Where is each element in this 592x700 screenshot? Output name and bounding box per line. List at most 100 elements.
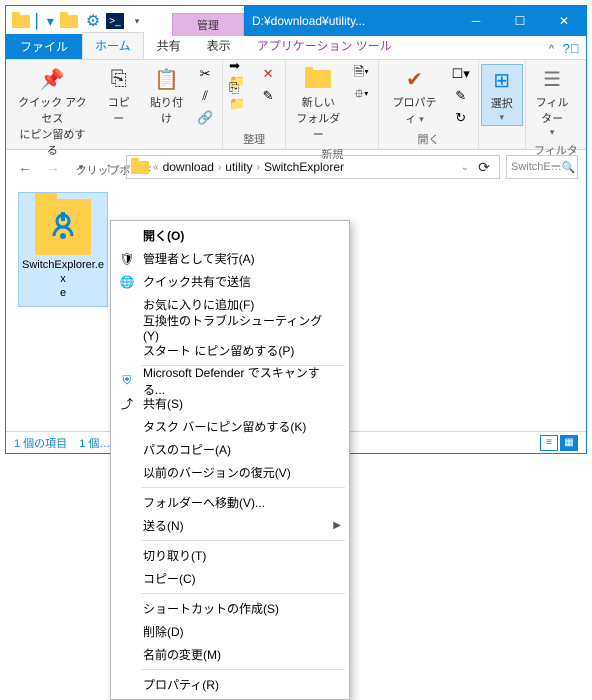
group-open: ✔ プロパティ ▾ ☐▾ ✎ ↻ 開く — [379, 60, 478, 149]
ribbon-tabs: ファイル ホーム 共有 表示 アプリケーション ツール ^ ?⃝ — [6, 36, 586, 60]
search-icon: 🔍 — [562, 161, 576, 174]
qat-overflow-icon[interactable]: ▏▾ — [34, 10, 56, 32]
close-button[interactable]: ✕ — [542, 6, 586, 36]
pin-quick-access-button[interactable]: 📌 クイック アクセス にピン留めする — [12, 64, 93, 160]
edit-small-icon[interactable]: ✎ — [450, 86, 472, 106]
paste-shortcut-small-icon[interactable]: 🔗 — [194, 108, 216, 128]
copy-button[interactable]: ⎘ コピー — [99, 64, 139, 128]
rename-icon[interactable]: ✎ — [257, 86, 279, 106]
chevron-icon[interactable]: « — [153, 162, 159, 173]
group-select: ⊞ 選択▾ — [479, 60, 526, 149]
maximize-button[interactable]: ☐ — [498, 6, 542, 36]
menu-separator — [141, 487, 345, 488]
menu-create-shortcut[interactable]: ショートカットの作成(S) — [113, 597, 347, 620]
copyto-icon[interactable]: ⎘📁 — [229, 86, 251, 106]
menu-pin-start[interactable]: スタート にピン留めする(P) — [113, 339, 347, 362]
check-icon: ✔ — [399, 66, 431, 92]
menu-separator — [141, 669, 345, 670]
address-dropdown-icon[interactable]: ⌄ — [461, 162, 469, 173]
shield-icon: 🛡 — [119, 252, 135, 266]
globe-icon: 🌐 — [119, 275, 135, 289]
select-button[interactable]: ⊞ 選択▾ — [481, 64, 523, 126]
easy-access-icon[interactable]: ⯐▾ — [350, 86, 372, 106]
tab-view[interactable]: 表示 — [194, 32, 244, 59]
back-button[interactable]: ← — [14, 156, 36, 178]
tab-share[interactable]: 共有 — [144, 32, 194, 59]
menu-run-as-admin[interactable]: 🛡管理者として実行(A) — [113, 247, 347, 270]
up-button[interactable]: ↑ — [98, 156, 120, 178]
crumb-utility[interactable]: utility — [225, 160, 252, 174]
folder-plus-icon — [302, 66, 334, 92]
crumb-switchexplorer[interactable]: SwitchExplorer — [264, 160, 344, 174]
chevron-icon[interactable]: › — [218, 162, 221, 173]
recent-dropdown[interactable]: ▾ — [70, 156, 92, 178]
qat-dropdown-icon[interactable]: ▾ — [126, 10, 148, 32]
status-item-count: 1 個の項目 — [14, 435, 67, 451]
menu-copy-path[interactable]: パスのコピー(A) — [113, 438, 347, 461]
window-controls: ─ ☐ ✕ — [454, 6, 586, 36]
refresh-button[interactable]: ⟳ — [473, 156, 495, 178]
menu-move-to-folder[interactable]: フォルダーへ移動(V)... — [113, 491, 347, 514]
filter-icon: ☰ — [536, 66, 568, 92]
menu-compat-troubleshoot[interactable]: 互換性のトラブルシューティング(Y) — [113, 316, 347, 339]
tab-application-tools[interactable]: アプリケーション ツール — [244, 32, 405, 59]
menu-pin-taskbar[interactable]: タスク バーにピン留めする(K) — [113, 415, 347, 438]
new-folder-button[interactable]: 新しい フォルダー — [292, 64, 344, 144]
cut-small-icon[interactable]: ✂ — [194, 64, 216, 84]
menu-send-to[interactable]: 送る(N)▶ — [113, 514, 347, 537]
group-clipboard: 📌 クイック アクセス にピン留めする ⎘ コピー 📋 貼り付け ✂ ⫽ 🔗 ク… — [6, 60, 223, 149]
forward-button[interactable]: → — [42, 156, 64, 178]
menu-cut[interactable]: 切り取り(T) — [113, 544, 347, 567]
menu-properties[interactable]: プロパティ(R) — [113, 673, 347, 696]
submenu-arrow-icon: ▶ — [333, 520, 341, 531]
share-icon: ⤴ — [119, 395, 135, 412]
group-label-organize: 整理 — [229, 129, 279, 147]
help-icon[interactable]: ?⃝ — [560, 37, 582, 59]
file-item-switchexplorer[interactable]: SwitchExplorer.ex e — [18, 192, 108, 307]
pin-icon: 📌 — [36, 66, 68, 92]
copy-icon: ⎘ — [103, 66, 135, 92]
search-box[interactable]: SwitchE… 🔍 — [506, 155, 578, 179]
history-small-icon[interactable]: ↻ — [450, 108, 472, 128]
crumb-download[interactable]: download — [163, 160, 214, 174]
open-small-icon[interactable]: ☐▾ — [450, 64, 472, 84]
group-label-select — [481, 133, 523, 147]
group-label-open: 開く — [385, 129, 471, 147]
qat-gear-icon[interactable]: ⚙ — [82, 10, 104, 32]
select-icon: ⊞ — [486, 67, 518, 93]
delete-icon[interactable]: ✕ — [257, 64, 279, 84]
copypath-small-icon[interactable]: ⫽ — [194, 86, 216, 106]
menu-defender-scan[interactable]: ⛨Microsoft Defender でスキャンする... — [113, 369, 347, 392]
ribbon: 📌 クイック アクセス にピン留めする ⎘ コピー 📋 貼り付け ✂ ⫽ 🔗 ク… — [6, 60, 586, 150]
filter-button[interactable]: ☰ フィル ター▾ — [532, 64, 573, 140]
group-filter: ☰ フィル ター▾ フィルター — [526, 60, 586, 149]
minimize-button[interactable]: ─ — [454, 6, 498, 36]
paste-button[interactable]: 📋 貼り付け — [145, 64, 188, 128]
menu-restore-previous[interactable]: 以前のバージョンの復元(V) — [113, 461, 347, 484]
menu-open[interactable]: 開く(O) — [113, 224, 347, 247]
contextual-tab-manage[interactable]: 管理 — [172, 13, 244, 36]
menu-separator — [141, 593, 345, 594]
address-bar[interactable]: « download › utility › SwitchExplorer ⌄ … — [126, 155, 500, 179]
new-item-icon[interactable]: 🗎▾ — [350, 64, 372, 84]
ribbon-collapse-icon[interactable]: ^ — [543, 39, 560, 59]
search-placeholder: SwitchE… — [511, 161, 562, 173]
view-large-icons-button[interactable]: ▦ — [560, 435, 578, 451]
tab-home[interactable]: ホーム — [82, 32, 144, 59]
app-icon — [10, 10, 32, 32]
menu-share[interactable]: ⤴共有(S) — [113, 392, 347, 415]
menu-quick-share[interactable]: 🌐クイック共有で送信 — [113, 270, 347, 293]
qat-folder-icon[interactable] — [58, 10, 80, 32]
qat-powershell-icon[interactable]: >_ — [106, 13, 124, 29]
menu-delete[interactable]: 削除(D) — [113, 620, 347, 643]
tab-file[interactable]: ファイル — [6, 34, 82, 59]
menu-copy[interactable]: コピー(C) — [113, 567, 347, 590]
menu-rename[interactable]: 名前の変更(M) — [113, 643, 347, 666]
file-name-label: SwitchExplorer.ex e — [21, 259, 105, 300]
view-details-button[interactable]: ≡ — [540, 435, 558, 451]
properties-button[interactable]: ✔ プロパティ ▾ — [385, 64, 443, 128]
address-folder-icon — [131, 161, 149, 174]
paste-icon: 📋 — [150, 66, 182, 92]
chevron-icon[interactable]: › — [257, 162, 260, 173]
group-organize: ➡📁 ⎘📁 ✕ ✎ 整理 — [223, 60, 286, 149]
